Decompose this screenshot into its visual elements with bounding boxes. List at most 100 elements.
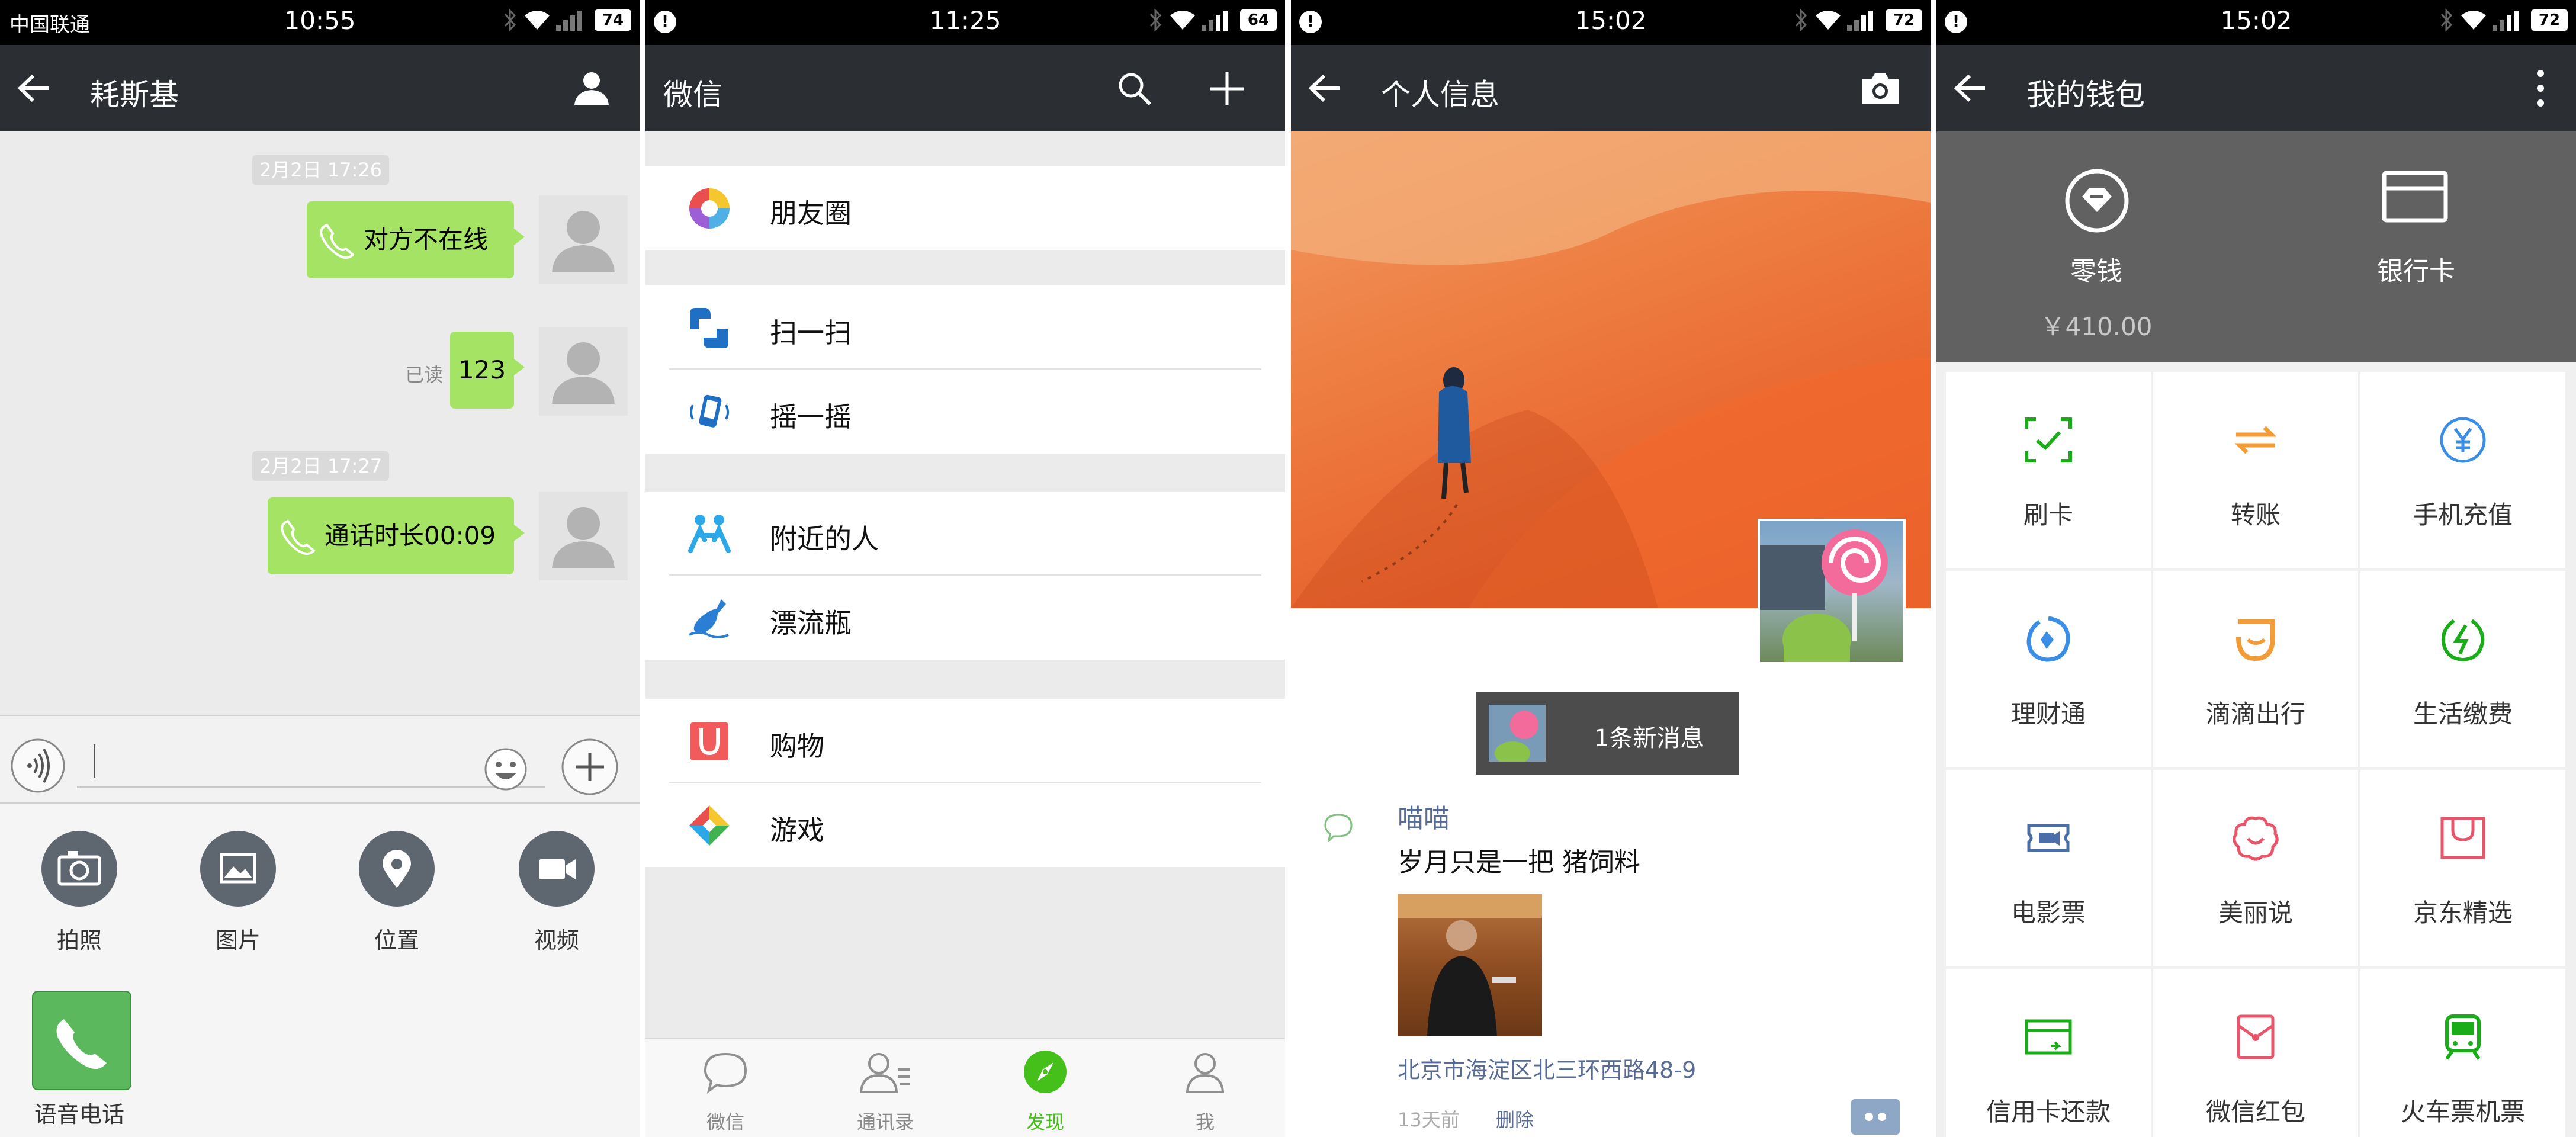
service-jd[interactable]: 京东精选	[2360, 770, 2565, 966]
panel-label: 语音电话	[34, 1101, 124, 1128]
avatar[interactable]	[539, 327, 628, 416]
attachment-panel: 拍照 图片 位置 视频 语音电话	[0, 804, 640, 1137]
discover-item-nearby[interactable]: 附近的人	[645, 492, 1285, 576]
back-arrow-icon[interactable]	[15, 73, 51, 103]
tab-discover[interactable]: 发现	[965, 1039, 1125, 1137]
service-label: 滴滴出行	[2205, 699, 2305, 728]
battery-level: 74	[595, 9, 631, 31]
discover-label: 附近的人	[770, 523, 879, 555]
video-icon	[519, 831, 595, 907]
service-pay-card[interactable]: 刷卡	[1946, 372, 2151, 568]
service-wealth[interactable]: 理财通	[1946, 571, 2151, 767]
discover-label: 购物	[770, 730, 824, 762]
time-stamp: 2月2日 17:26	[252, 155, 390, 185]
status-icons: 74	[502, 8, 631, 37]
discover-item-games[interactable]: 游戏	[645, 783, 1285, 867]
contacts-icon	[859, 1053, 910, 1093]
avatar[interactable]	[539, 195, 628, 284]
plus-icon[interactable]	[560, 737, 619, 796]
message-list[interactable]: 2月2日 17:26 对方不在线 已读 123 2月2日 17:27 通话时长0…	[0, 131, 640, 715]
message-bubble[interactable]: 通话时长00:09	[268, 497, 525, 574]
train-icon	[2445, 1014, 2481, 1060]
tab-chats[interactable]: 微信	[645, 1039, 805, 1137]
service-train[interactable]: 火车票机票	[2360, 969, 2565, 1137]
panel-item-location[interactable]: 位置	[349, 831, 444, 955]
panel-item-image[interactable]: 图片	[191, 831, 285, 955]
service-label: 微信红包	[2205, 1097, 2305, 1126]
service-transfer[interactable]: 转账	[2153, 372, 2358, 568]
emoji-icon[interactable]	[483, 747, 528, 792]
movie-ticket-icon	[2027, 824, 2070, 852]
panel-item-video[interactable]: 视频	[509, 831, 604, 955]
panel-label: 图片	[215, 927, 261, 953]
service-label: 理财通	[2010, 699, 2086, 728]
wallet-screen: ! 15:02 72 我的钱包 零钱 ￥410.00 银行卡 刷卡 转账 手机充…	[1936, 0, 2576, 1137]
panel-item-camera[interactable]: 拍照	[32, 831, 127, 955]
delete-link[interactable]: 删除	[1496, 1105, 1534, 1132]
add-icon[interactable]	[1208, 70, 1246, 108]
me-icon	[1186, 1053, 1225, 1093]
balance-button[interactable]: 零钱 ￥410.00	[1936, 131, 2256, 362]
service-label: 手机充值	[2413, 500, 2513, 529]
camera-icon[interactable]	[1859, 71, 1901, 107]
signal-icon	[1846, 11, 1873, 31]
new-message-notice[interactable]: 1条新消息	[1476, 692, 1739, 775]
comment-icon[interactable]	[1849, 1097, 1902, 1137]
back-arrow-icon[interactable]	[1306, 73, 1342, 103]
screen-divider	[640, 0, 645, 1137]
service-red-packet[interactable]: 微信红包	[2153, 969, 2358, 1137]
phone-call-icon	[281, 519, 315, 555]
discover-item-bottle[interactable]: 漂流瓶	[645, 576, 1285, 660]
service-label: 京东精选	[2413, 898, 2513, 927]
message-bubble[interactable]: 123	[450, 332, 525, 409]
panel-item-voice-call[interactable]: 语音电话	[32, 991, 131, 1129]
message-bubble[interactable]: 对方不在线	[307, 201, 525, 278]
service-credit-card[interactable]: 信用卡还款	[1946, 969, 2151, 1137]
post-photo[interactable]	[1398, 894, 1542, 1036]
shake-icon	[690, 394, 729, 428]
tab-contacts[interactable]: 通讯录	[805, 1039, 965, 1137]
avatar[interactable]	[539, 492, 628, 580]
battery-level: 72	[1886, 9, 1922, 31]
sender-thumbnail-image	[1489, 705, 1546, 762]
status-icons: 72	[2438, 8, 2568, 37]
balance-label: 零钱	[2070, 256, 2122, 287]
discover-label: 朋友圈	[770, 197, 852, 229]
post-location[interactable]: 北京市海淀区北三环西路48-9	[1398, 1052, 1696, 1084]
text-cursor	[94, 744, 95, 778]
voice-icon[interactable]	[9, 737, 66, 794]
message-text: 123	[458, 355, 506, 384]
discover-item-scan[interactable]: 扫一扫	[645, 285, 1285, 370]
profile-icon[interactable]	[573, 70, 610, 107]
profile-avatar[interactable]	[1758, 519, 1906, 664]
service-didi[interactable]: 滴滴出行	[2153, 571, 2358, 767]
bank-card-button[interactable]: 银行卡	[2256, 131, 2576, 362]
discover-item-shake[interactable]: 摇一摇	[645, 370, 1285, 454]
post-author[interactable]: 喵喵	[1398, 797, 1450, 835]
phone-call-icon	[320, 223, 354, 259]
discover-item-shopping[interactable]: 购物	[645, 699, 1285, 783]
title-bar: 我的钱包	[1936, 45, 2576, 131]
service-movie-ticket[interactable]: 电影票	[1946, 770, 2151, 966]
android-lollipop-image	[1760, 529, 1888, 662]
signal-icon	[1201, 11, 1228, 31]
service-utility[interactable]: 生活缴费	[2360, 571, 2565, 767]
message-text: 对方不在线	[364, 225, 489, 254]
message-input[interactable]	[77, 737, 545, 788]
search-icon[interactable]	[1116, 70, 1154, 108]
service-meilishuo[interactable]: 美丽说	[2153, 770, 2358, 966]
signal-icon	[555, 11, 582, 31]
chat-screen: 中国联通 10:55 74 耗斯基 2月2日 17:26 对方不在线 已读 12…	[0, 0, 640, 1137]
back-arrow-icon[interactable]	[1952, 73, 1987, 103]
app-title: 微信	[663, 78, 722, 112]
person-photo-image	[1398, 894, 1542, 1036]
service-label: 电影票	[2010, 898, 2086, 927]
page-title: 我的钱包	[2026, 78, 2145, 112]
discover-group: 附近的人 漂流瓶	[645, 492, 1285, 660]
panel-label: 拍照	[56, 927, 102, 953]
tab-me[interactable]: 我	[1125, 1039, 1285, 1137]
more-icon[interactable]	[2535, 68, 2546, 109]
service-phone-topup[interactable]: 手机充值	[2360, 372, 2565, 568]
default-avatar-icon	[552, 342, 615, 404]
discover-item-moments[interactable]: 朋友圈	[645, 166, 1285, 250]
